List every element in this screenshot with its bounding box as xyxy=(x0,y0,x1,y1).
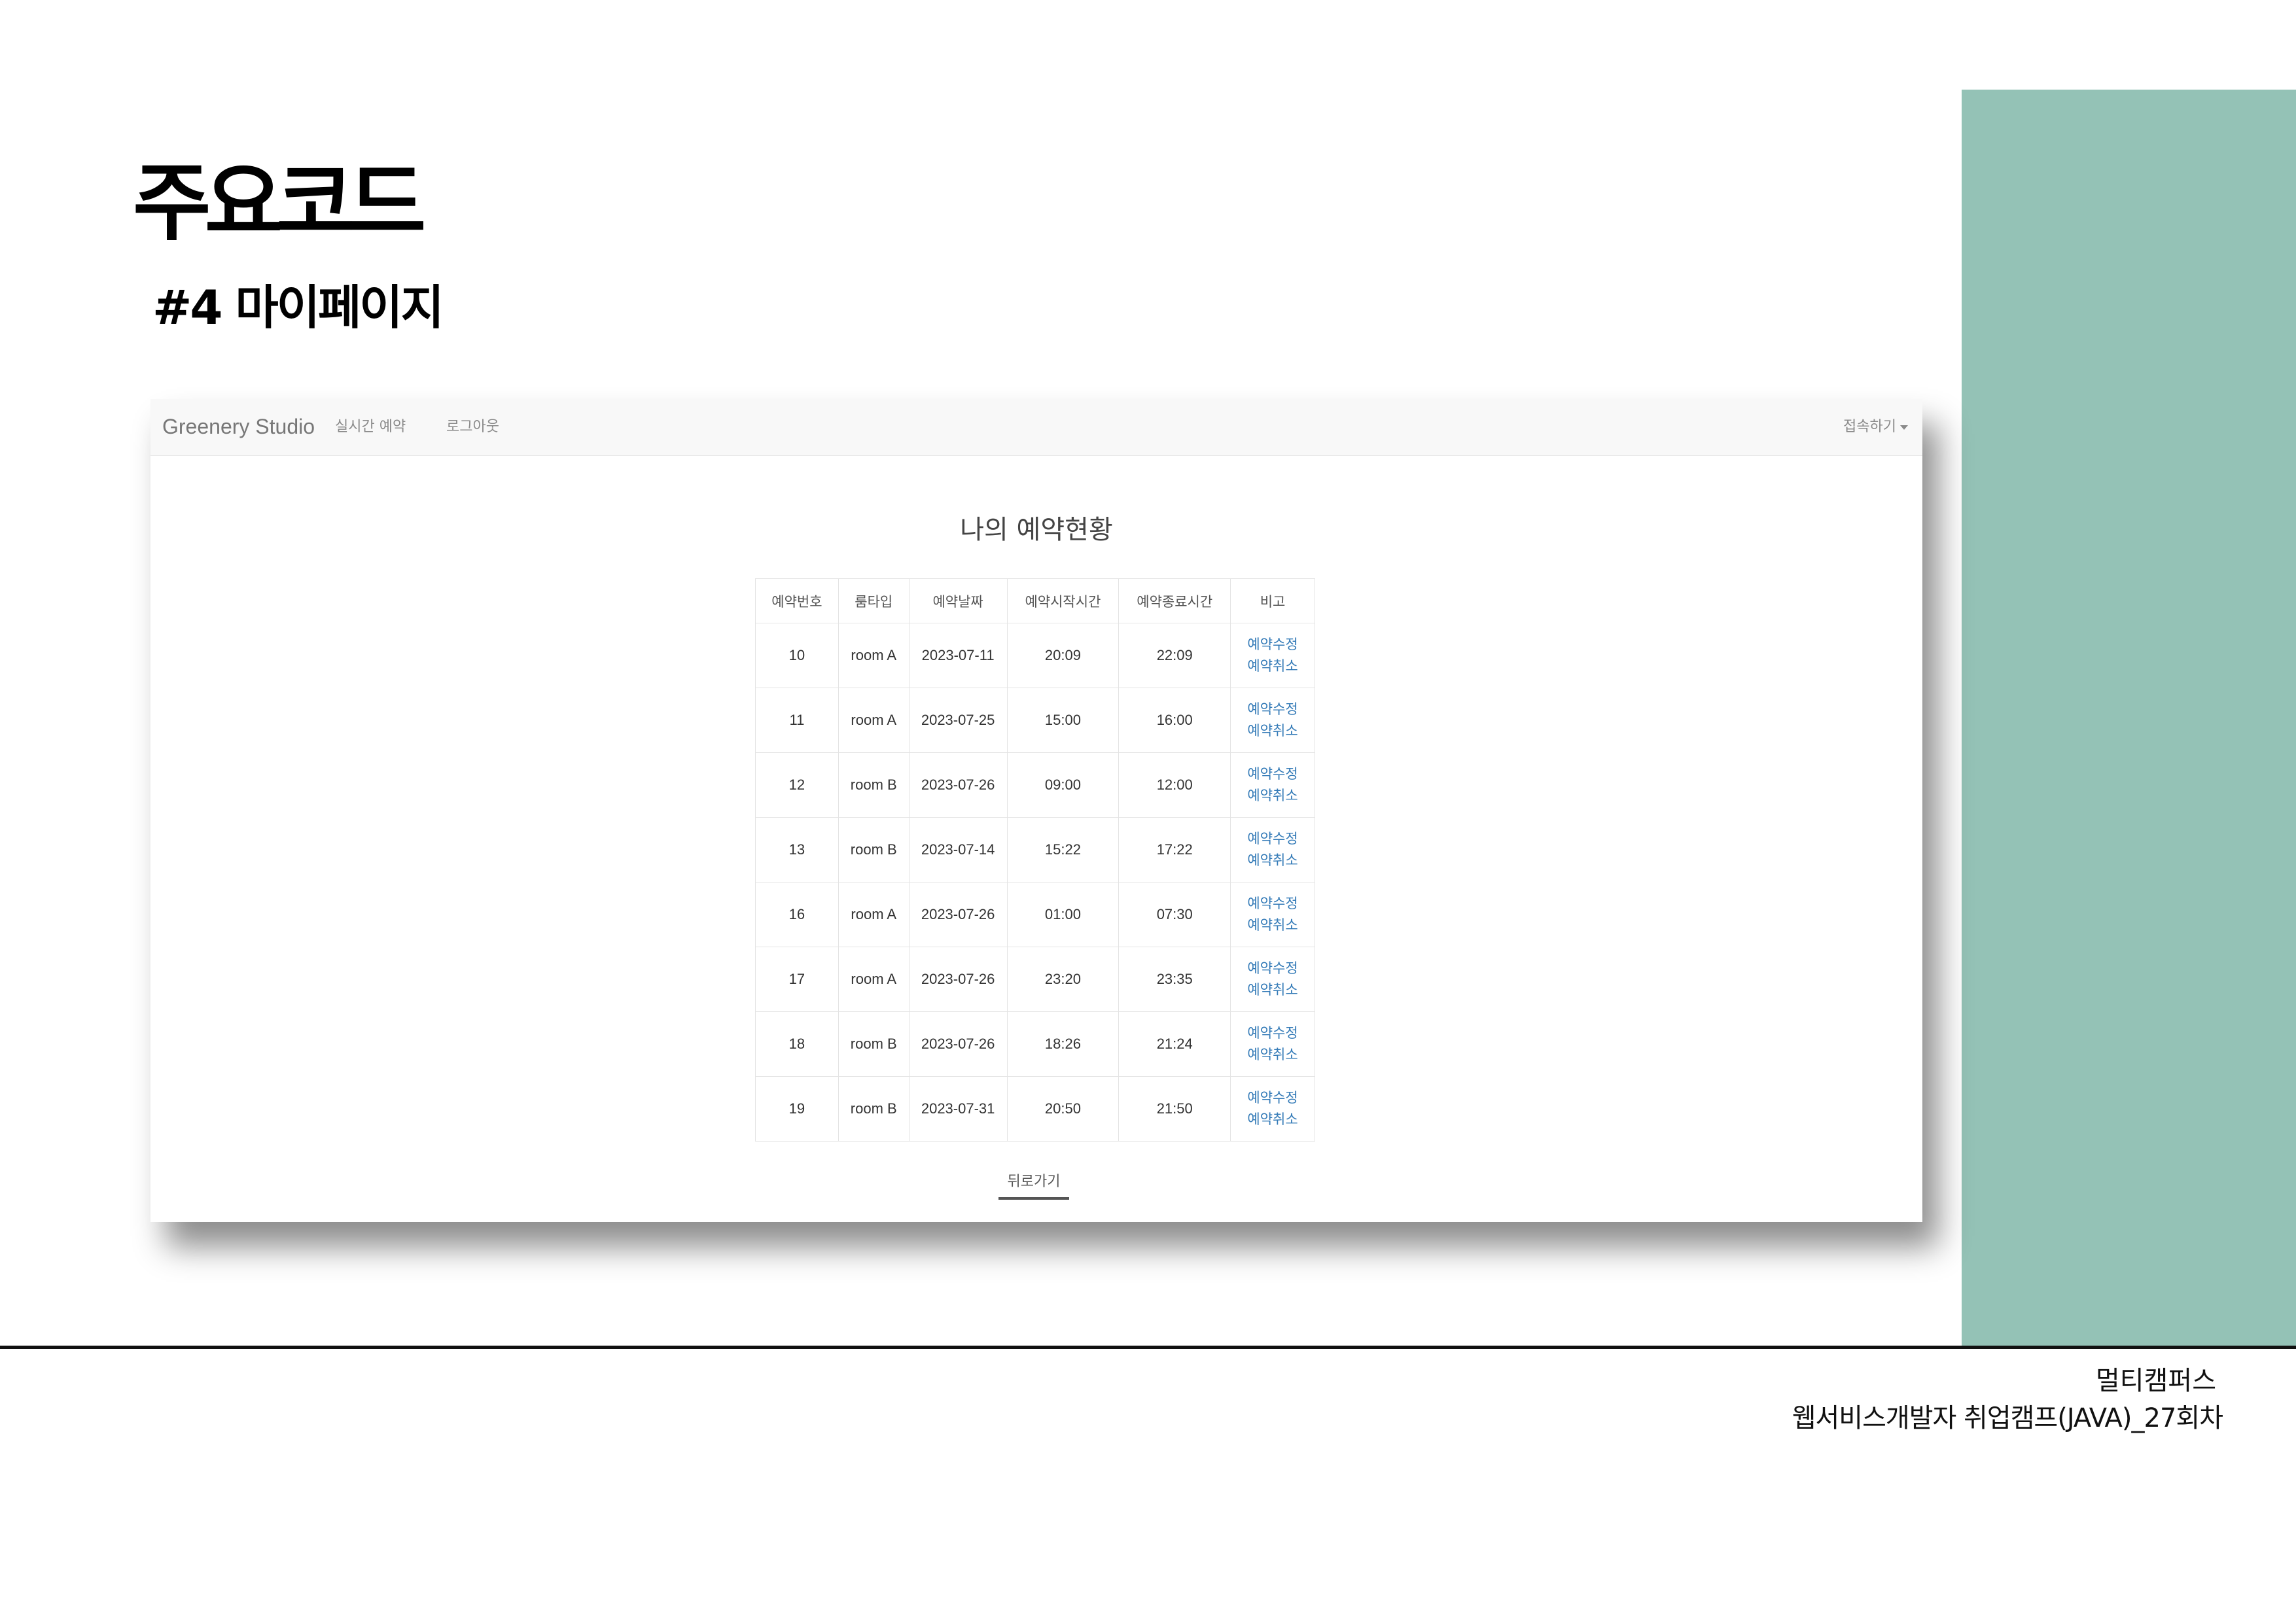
edit-reservation-link[interactable]: 예약수정 xyxy=(1231,634,1315,655)
table-row: 10 room A 2023-07-11 20:09 22:09 예약수정 예약취소 xyxy=(755,623,1315,688)
column-header-room-type: 룸타입 xyxy=(838,578,910,623)
table-row: 13 room B 2023-07-14 15:22 17:22 예약수정 예약취소 xyxy=(755,817,1315,882)
cell-actions: 예약수정 예약취소 xyxy=(1230,947,1315,1012)
brand-link[interactable]: Greenery Studio xyxy=(162,413,315,440)
page-heading: 나의 예약현황 xyxy=(960,515,1113,545)
navbar: Greenery Studio 실시간 예약 로그아웃 접속하기 xyxy=(150,399,1922,456)
cell-date: 2023-07-26 xyxy=(908,752,1008,818)
cell-room-type: room B xyxy=(838,752,910,818)
cell-actions: 예약수정 예약취소 xyxy=(1230,623,1315,688)
cell-reservation-id: 12 xyxy=(755,752,839,818)
cell-reservation-id: 10 xyxy=(755,623,839,688)
cell-end-time: 16:00 xyxy=(1118,688,1231,753)
cell-end-time: 21:24 xyxy=(1118,1011,1231,1077)
nav-link-realtime-reservation[interactable]: 실시간 예약 xyxy=(335,416,406,438)
cell-date: 2023-07-26 xyxy=(908,947,1008,1012)
table-header-row: 예약번호 룸타입 예약날짜 예약시작시간 예약종료시간 비고 xyxy=(755,578,1315,623)
cell-end-time: 21:50 xyxy=(1118,1076,1231,1142)
footer-organization: 멀티캠퍼스 xyxy=(2096,1366,2216,1396)
cell-reservation-id: 19 xyxy=(755,1076,839,1142)
cell-date: 2023-07-26 xyxy=(908,882,1008,947)
cell-actions: 예약수정 예약취소 xyxy=(1230,688,1315,753)
column-header-note: 비고 xyxy=(1230,578,1315,623)
cell-reservation-id: 16 xyxy=(755,882,839,947)
cancel-reservation-link[interactable]: 예약취소 xyxy=(1231,655,1315,677)
slide-title: 주요코드 xyxy=(133,153,426,253)
bottom-divider xyxy=(0,1346,2296,1349)
embedded-screenshot: Greenery Studio 실시간 예약 로그아웃 접속하기 나의 예약현황… xyxy=(150,399,1922,1222)
cell-start-time: 23:20 xyxy=(1006,947,1120,1012)
table-row: 16 room A 2023-07-26 01:00 07:30 예약수정 예약취소 xyxy=(755,882,1315,947)
column-header-end-time: 예약종료시간 xyxy=(1118,578,1231,623)
edit-reservation-link[interactable]: 예약수정 xyxy=(1231,699,1315,720)
cell-date: 2023-07-14 xyxy=(908,817,1008,882)
cell-room-type: room B xyxy=(838,1076,910,1142)
cell-room-type: room B xyxy=(838,1011,910,1077)
table-row: 19 room B 2023-07-31 20:50 21:50 예약수정 예약취소 xyxy=(755,1076,1315,1142)
cell-reservation-id: 11 xyxy=(755,688,839,753)
cell-actions: 예약수정 예약취소 xyxy=(1230,752,1315,818)
cell-start-time: 20:50 xyxy=(1006,1076,1120,1142)
account-dropdown-label: 접속하기 xyxy=(1843,419,1896,435)
cell-start-time: 09:00 xyxy=(1006,752,1120,818)
cell-date: 2023-07-11 xyxy=(908,623,1008,688)
cell-actions: 예약수정 예약취소 xyxy=(1230,817,1315,882)
cell-reservation-id: 17 xyxy=(755,947,839,1012)
cell-start-time: 15:22 xyxy=(1006,817,1120,882)
caret-down-icon xyxy=(1900,425,1908,430)
cancel-reservation-link[interactable]: 예약취소 xyxy=(1231,850,1315,871)
reservation-table: 예약번호 룸타입 예약날짜 예약시작시간 예약종료시간 비고 10 room A2… xyxy=(755,578,1315,1142)
cell-start-time: 01:00 xyxy=(1006,882,1120,947)
table-row: 12 room B 2023-07-26 09:00 12:00 예약수정 예약취소 xyxy=(755,752,1315,818)
cell-start-time: 18:26 xyxy=(1006,1011,1120,1077)
cell-room-type: room B xyxy=(838,817,910,882)
back-button[interactable]: 뒤로가기 xyxy=(998,1171,1069,1200)
cell-end-time: 23:35 xyxy=(1118,947,1231,1012)
cell-date: 2023-07-25 xyxy=(908,688,1008,753)
cell-actions: 예약수정 예약취소 xyxy=(1230,1011,1315,1077)
account-dropdown[interactable]: 접속하기 xyxy=(1843,416,1908,438)
column-header-date: 예약날짜 xyxy=(908,578,1008,623)
cell-room-type: room A xyxy=(838,688,910,753)
cell-end-time: 12:00 xyxy=(1118,752,1231,818)
column-header-start-time: 예약시작시간 xyxy=(1006,578,1120,623)
edit-reservation-link[interactable]: 예약수정 xyxy=(1231,1022,1315,1044)
cell-reservation-id: 13 xyxy=(755,817,839,882)
cancel-reservation-link[interactable]: 예약취소 xyxy=(1231,720,1315,742)
cancel-reservation-link[interactable]: 예약취소 xyxy=(1231,915,1315,936)
column-header-id: 예약번호 xyxy=(755,578,839,623)
cell-room-type: room A xyxy=(838,882,910,947)
edit-reservation-link[interactable]: 예약수정 xyxy=(1231,763,1315,785)
edit-reservation-link[interactable]: 예약수정 xyxy=(1231,958,1315,979)
nav-link-logout[interactable]: 로그아웃 xyxy=(446,416,499,438)
cell-end-time: 17:22 xyxy=(1118,817,1231,882)
cell-end-time: 07:30 xyxy=(1118,882,1231,947)
footer-course: 웹서비스개발자 취업캠프(JAVA)_27회차 xyxy=(1792,1403,2223,1433)
cell-room-type: room A xyxy=(838,623,910,688)
cancel-reservation-link[interactable]: 예약취소 xyxy=(1231,785,1315,807)
table-row: 18 room B 2023-07-26 18:26 21:24 예약수정 예약취소 xyxy=(755,1011,1315,1077)
cell-end-time: 22:09 xyxy=(1118,623,1231,688)
cancel-reservation-link[interactable]: 예약취소 xyxy=(1231,1109,1315,1130)
cell-start-time: 20:09 xyxy=(1006,623,1120,688)
accent-panel xyxy=(1962,90,2296,1347)
edit-reservation-link[interactable]: 예약수정 xyxy=(1231,893,1315,915)
table-row: 17 room A 2023-07-26 23:20 23:35 예약수정 예약취소 xyxy=(755,947,1315,1012)
table-row: 11 room A 2023-07-25 15:00 16:00 예약수정 예약취소 xyxy=(755,688,1315,753)
cancel-reservation-link[interactable]: 예약취소 xyxy=(1231,979,1315,1001)
edit-reservation-link[interactable]: 예약수정 xyxy=(1231,828,1315,850)
cancel-reservation-link[interactable]: 예약취소 xyxy=(1231,1044,1315,1066)
cell-date: 2023-07-31 xyxy=(908,1076,1008,1142)
cell-actions: 예약수정 예약취소 xyxy=(1230,882,1315,947)
cell-actions: 예약수정 예약취소 xyxy=(1230,1076,1315,1142)
cell-room-type: room A xyxy=(838,947,910,1012)
cell-date: 2023-07-26 xyxy=(908,1011,1008,1077)
cell-start-time: 15:00 xyxy=(1006,688,1120,753)
edit-reservation-link[interactable]: 예약수정 xyxy=(1231,1087,1315,1109)
cell-reservation-id: 18 xyxy=(755,1011,839,1077)
slide-subtitle: #4 마이페이지 xyxy=(152,280,444,335)
